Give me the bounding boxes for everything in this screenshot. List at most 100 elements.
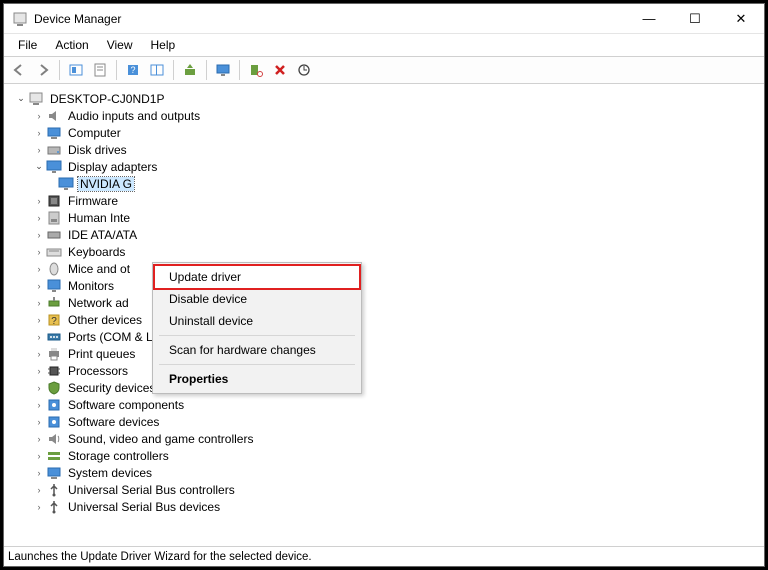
minimize-button[interactable]: —: [626, 4, 672, 34]
forward-button[interactable]: [32, 59, 54, 81]
menu-help[interactable]: Help: [143, 36, 184, 54]
tree-category[interactable]: ›Mice and ot: [10, 260, 764, 277]
expand-arrow-icon[interactable]: ›: [32, 313, 46, 327]
context-menu: Update driverDisable deviceUninstall dev…: [152, 262, 362, 394]
expand-arrow-icon[interactable]: ›: [32, 279, 46, 293]
tree-category[interactable]: ›Audio inputs and outputs: [10, 107, 764, 124]
software-icon: [46, 397, 62, 413]
expand-arrow-icon[interactable]: ›: [32, 143, 46, 157]
expand-arrow-icon[interactable]: ›: [32, 347, 46, 361]
monitor-icon: [46, 278, 62, 294]
expand-arrow-icon[interactable]: ›: [32, 449, 46, 463]
tree-category[interactable]: ›Ports (COM & LPT): [10, 328, 764, 345]
tree-category[interactable]: ›Computer: [10, 124, 764, 141]
context-menu-item[interactable]: Update driver: [155, 266, 359, 288]
context-menu-item[interactable]: Uninstall device: [155, 310, 359, 332]
tree-category-label: IDE ATA/ATA: [66, 228, 139, 242]
expand-arrow-icon[interactable]: ›: [32, 296, 46, 310]
tree-category-label: Universal Serial Bus controllers: [66, 483, 237, 497]
computer-icon: [46, 125, 62, 141]
tree-category[interactable]: › Software devices: [10, 413, 764, 430]
tree-device[interactable]: NVIDIA G: [10, 175, 764, 192]
expand-arrow-icon[interactable]: ›: [32, 245, 46, 259]
tree-category-label: System devices: [66, 466, 154, 480]
tree-category[interactable]: › System devices: [10, 464, 764, 481]
expand-arrow-icon[interactable]: ›: [32, 262, 46, 276]
expand-arrow-icon[interactable]: ›: [32, 500, 46, 514]
tree-category[interactable]: › Disk drives: [10, 141, 764, 158]
tree-category-label: Software devices: [66, 415, 161, 429]
context-menu-item[interactable]: Properties: [155, 368, 359, 390]
cpu-icon: [46, 363, 62, 379]
tree-category[interactable]: ›Storage controllers: [10, 447, 764, 464]
expand-arrow-icon[interactable]: ›: [32, 126, 46, 140]
expand-arrow-icon[interactable]: ›: [32, 194, 46, 208]
tree-category[interactable]: ›?Other devices: [10, 311, 764, 328]
monitor-button[interactable]: [212, 59, 234, 81]
expand-arrow-icon[interactable]: ⌄: [14, 92, 28, 106]
tree-category-label: Software components: [66, 398, 186, 412]
refresh-button[interactable]: [146, 59, 168, 81]
svg-text:?: ?: [130, 65, 135, 75]
usb-icon: [46, 499, 62, 515]
properties-button[interactable]: [89, 59, 111, 81]
collapse-arrow-icon[interactable]: ⌄: [32, 160, 46, 174]
tree-category[interactable]: ›Monitors: [10, 277, 764, 294]
statusbar-text: Launches the Update Driver Wizard for th…: [8, 551, 312, 563]
help-button[interactable]: ?: [122, 59, 144, 81]
svg-text:?: ?: [51, 316, 57, 327]
expand-arrow-icon[interactable]: ›: [32, 398, 46, 412]
close-button[interactable]: ✕: [718, 4, 764, 34]
tree-category-label: Disk drives: [66, 143, 129, 157]
tree-category[interactable]: › Network ad: [10, 294, 764, 311]
expand-arrow-icon[interactable]: ›: [32, 211, 46, 225]
tree-category-label: Network ad: [66, 296, 131, 310]
tree-category[interactable]: › Software components: [10, 396, 764, 413]
expand-arrow-icon[interactable]: ›: [32, 483, 46, 497]
tree-category[interactable]: ›Firmware: [10, 192, 764, 209]
tree-category[interactable]: ›Keyboards: [10, 243, 764, 260]
tree-category[interactable]: ›Human Inte: [10, 209, 764, 226]
device-manager-window: Device Manager — ☐ ✕ File Action View He…: [3, 3, 765, 567]
menubar: File Action View Help: [4, 34, 764, 56]
expand-arrow-icon[interactable]: ›: [32, 228, 46, 242]
tree-category[interactable]: › Universal Serial Bus controllers: [10, 481, 764, 498]
mouse-icon: [46, 261, 62, 277]
expand-arrow-icon[interactable]: ›: [32, 364, 46, 378]
expand-arrow-icon[interactable]: ›: [32, 381, 46, 395]
remove-button[interactable]: [269, 59, 291, 81]
tree-root[interactable]: ⌄ DESKTOP-CJ0ND1P: [10, 90, 764, 107]
menu-file[interactable]: File: [10, 36, 45, 54]
tree-category[interactable]: ›Processors: [10, 362, 764, 379]
tree-category[interactable]: ⌄Display adapters: [10, 158, 764, 175]
menu-view[interactable]: View: [99, 36, 141, 54]
disable-button[interactable]: [245, 59, 267, 81]
display-icon: [58, 176, 74, 192]
expand-arrow-icon[interactable]: ›: [32, 466, 46, 480]
audio-icon: [46, 108, 62, 124]
tree-device-label: NVIDIA G: [78, 177, 134, 191]
expand-arrow-icon[interactable]: ›: [32, 432, 46, 446]
scan-button[interactable]: [293, 59, 315, 81]
context-menu-item[interactable]: Scan for hardware changes: [155, 339, 359, 361]
tree-category[interactable]: › Universal Serial Bus devices: [10, 498, 764, 515]
tree-category[interactable]: ›Print queues: [10, 345, 764, 362]
toolbar-separator: [206, 60, 207, 80]
context-menu-item[interactable]: Disable device: [155, 288, 359, 310]
expand-arrow-icon[interactable]: ›: [32, 415, 46, 429]
expand-arrow-icon[interactable]: ›: [32, 330, 46, 344]
expand-arrow-icon[interactable]: ›: [32, 109, 46, 123]
tree-category[interactable]: ›Sound, video and game controllers: [10, 430, 764, 447]
tree-category[interactable]: ›Security devices: [10, 379, 764, 396]
device-tree[interactable]: ⌄ DESKTOP-CJ0ND1P ›Audio inputs and outp…: [4, 84, 764, 546]
update-driver-button[interactable]: [179, 59, 201, 81]
back-button[interactable]: [8, 59, 30, 81]
tree-category[interactable]: › IDE ATA/ATA: [10, 226, 764, 243]
network-icon: [46, 295, 62, 311]
disk-icon: [46, 142, 62, 158]
toolbar-separator: [173, 60, 174, 80]
menu-action[interactable]: Action: [47, 36, 96, 54]
maximize-button[interactable]: ☐: [672, 4, 718, 34]
tree-category-label: Universal Serial Bus devices: [66, 500, 222, 514]
show-hidden-button[interactable]: [65, 59, 87, 81]
